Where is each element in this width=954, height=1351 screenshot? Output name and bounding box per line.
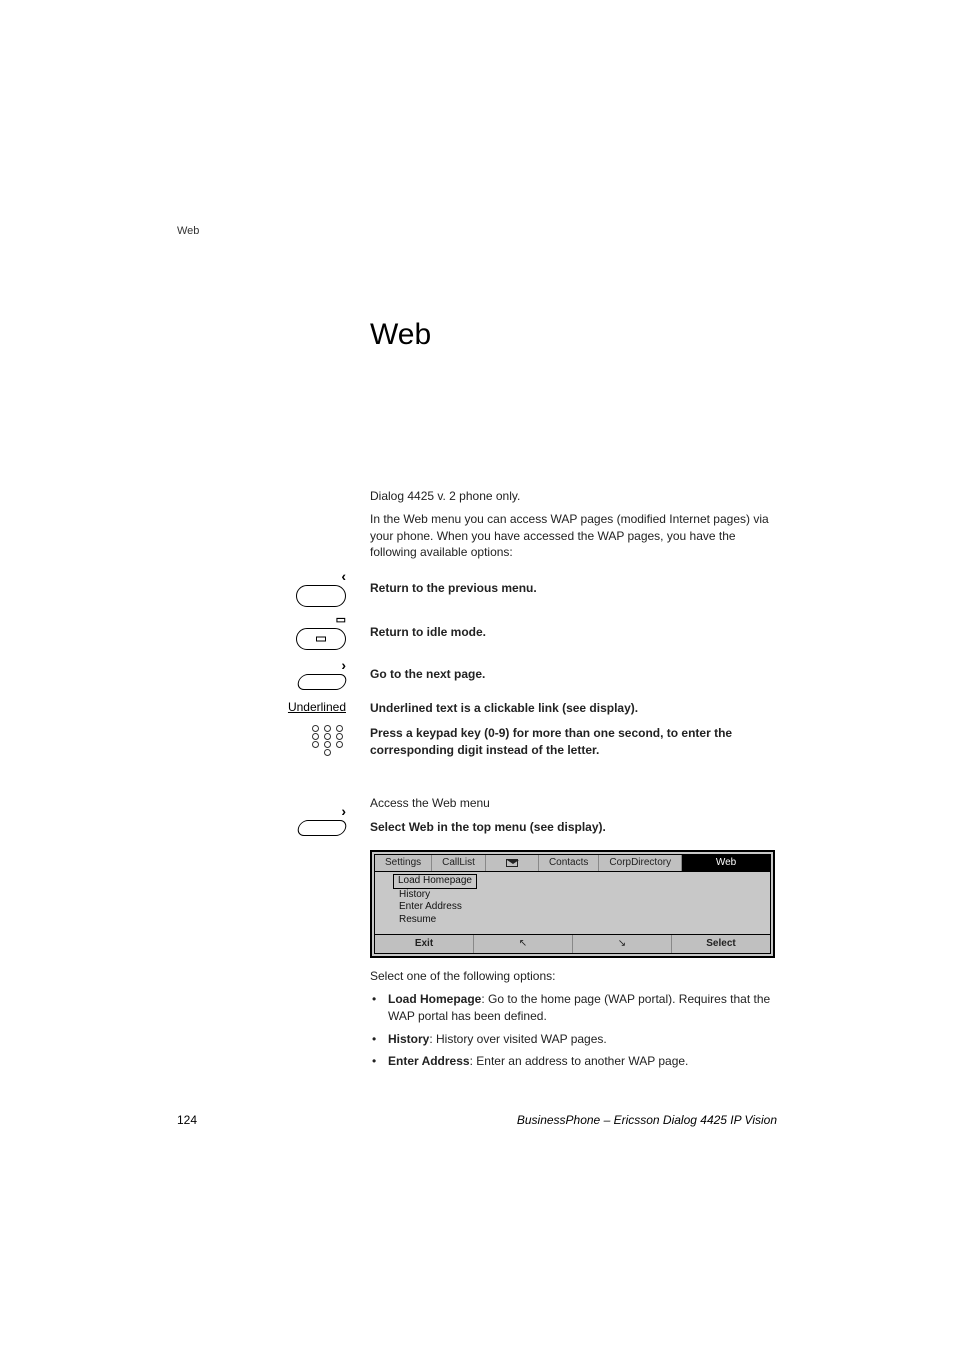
tab-settings: Settings: [375, 855, 432, 871]
keypad-icon: [312, 725, 346, 756]
tab-web: Web: [682, 855, 770, 871]
list-item: Load Homepage: Go to the home page (WAP …: [370, 991, 777, 1025]
page-number: 124: [177, 1113, 197, 1127]
return-previous-text: Return to the previous menu.: [370, 580, 777, 597]
tab-corpdirectory: CorpDirectory: [599, 855, 682, 871]
underlined-label: Underlined: [288, 700, 346, 714]
keypad-text: Press a keypad key (0-9) for more than o…: [370, 725, 777, 759]
access-heading: Access the Web menu: [370, 795, 777, 812]
nav-key-left-icon: [296, 585, 346, 607]
menu-enter-address: Enter Address: [393, 901, 766, 914]
display-softkeys: Exit ↖ ↘ Select: [375, 934, 770, 953]
return-idle-text: Return to idle mode.: [370, 624, 777, 641]
phone-display: Settings CallList Contacts CorpDirectory…: [370, 850, 775, 958]
softkey-select: Select: [672, 935, 770, 953]
right-arrow-label: ›: [341, 658, 346, 672]
menu-resume: Resume: [393, 914, 766, 927]
display-menu: Load Homepage History Enter Address Resu…: [375, 872, 770, 934]
tab-calllist: CallList: [432, 855, 486, 871]
page-section-header: Web: [177, 225, 199, 237]
softkey-icon: [296, 674, 348, 690]
softkey-up-icon: ↖: [474, 935, 573, 953]
tab-mail: [486, 855, 539, 871]
square-label: ▭: [336, 615, 346, 626]
list-item: History: History over visited WAP pages.: [370, 1031, 777, 1048]
document-name: BusinessPhone – Ericsson Dialog 4425 IP …: [517, 1113, 777, 1127]
right-arrow-label-2: ›: [341, 804, 346, 818]
underlined-text: Underlined text is a clickable link (see…: [370, 700, 777, 717]
list-item: Enter Address: Enter an address to anoth…: [370, 1053, 777, 1070]
intro-line-1: Dialog 4425 v. 2 phone only.: [370, 488, 777, 505]
softkey-down-icon: ↘: [573, 935, 672, 953]
access-step: Select Web in the top menu (see display)…: [370, 819, 777, 836]
mail-icon: [506, 859, 518, 867]
intro-line-2: In the Web menu you can access WAP pages…: [370, 511, 777, 561]
tab-contacts: Contacts: [539, 855, 599, 871]
menu-load-homepage: Load Homepage: [393, 874, 477, 889]
menu-history: History: [393, 889, 766, 902]
softkey-exit: Exit: [375, 935, 474, 953]
softkey-icon-2: [296, 820, 348, 836]
next-page-text: Go to the next page.: [370, 666, 777, 683]
page-title: Web: [370, 318, 431, 352]
options-intro: Select one of the following options:: [370, 968, 777, 985]
display-tabs: Settings CallList Contacts CorpDirectory…: [375, 855, 770, 872]
left-arrow-label: ‹: [341, 569, 346, 583]
nav-key-home-icon: [296, 628, 346, 650]
